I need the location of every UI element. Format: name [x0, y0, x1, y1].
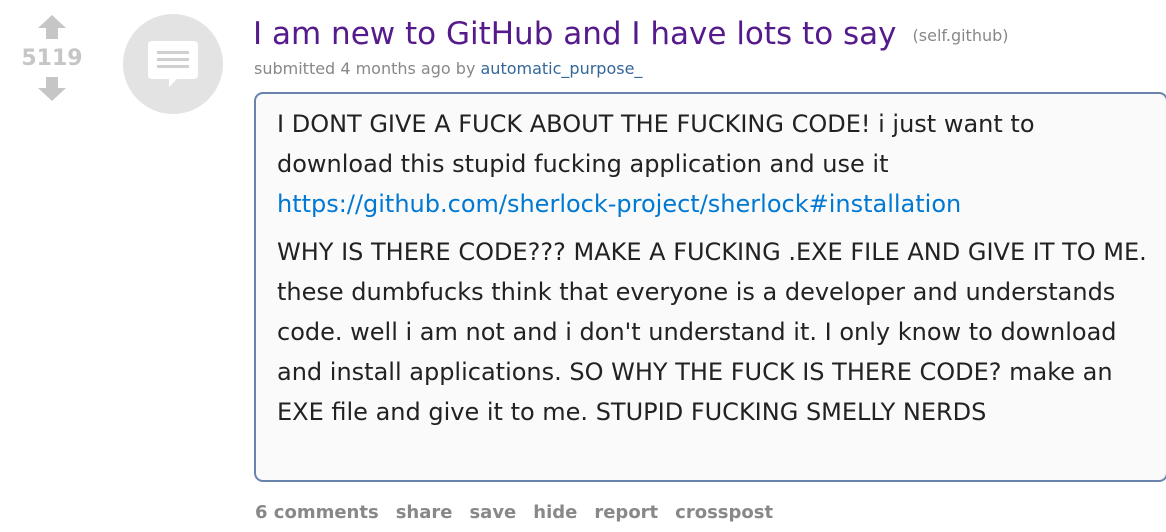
vote-score: 5119 — [21, 46, 83, 71]
selftext-paragraph-2: WHY IS THERE CODE??? MAKE A FUCKING .EXE… — [277, 238, 1147, 426]
post-author[interactable]: automatic_purpose_ — [481, 59, 643, 78]
hide-button[interactable]: hide — [533, 502, 577, 523]
post-tagline: submitted 4 months ago by automatic_purp… — [254, 59, 642, 78]
post-actions: 6 comments share save hide report crosspost — [255, 502, 790, 523]
report-button[interactable]: report — [594, 502, 658, 523]
vote-column: 5119 — [10, 14, 94, 102]
selftext-box: I DONT GIVE A FUCK ABOUT THE FUCKING COD… — [254, 92, 1166, 482]
self-post-icon — [148, 41, 198, 87]
post: 5119 I am new to GitHub and I have lots … — [0, 0, 1166, 532]
post-time: 4 months ago — [340, 59, 451, 78]
share-button[interactable]: share — [396, 502, 453, 523]
comments-button[interactable]: 6 comments — [255, 502, 379, 523]
tagline-submitted: submitted — [254, 59, 336, 78]
upvote-arrow-icon[interactable] — [37, 14, 67, 40]
downvote-arrow-icon[interactable] — [37, 76, 67, 102]
title-line: I am new to GitHub and I have lots to sa… — [253, 12, 1009, 56]
selftext-paragraph-1: I DONT GIVE A FUCK ABOUT THE FUCKING COD… — [277, 110, 1035, 178]
save-button[interactable]: save — [469, 502, 516, 523]
post-domain[interactable]: (self.github) — [913, 26, 1009, 45]
tagline-by: by — [455, 59, 476, 78]
crosspost-button[interactable]: crosspost — [675, 502, 773, 523]
post-title[interactable]: I am new to GitHub and I have lots to sa… — [253, 16, 897, 52]
selftext-link[interactable]: https://github.com/sherlock-project/sher… — [277, 184, 1155, 224]
post-thumbnail[interactable] — [123, 14, 223, 114]
selftext-paragraph: I DONT GIVE A FUCK ABOUT THE FUCKING COD… — [277, 104, 1155, 224]
